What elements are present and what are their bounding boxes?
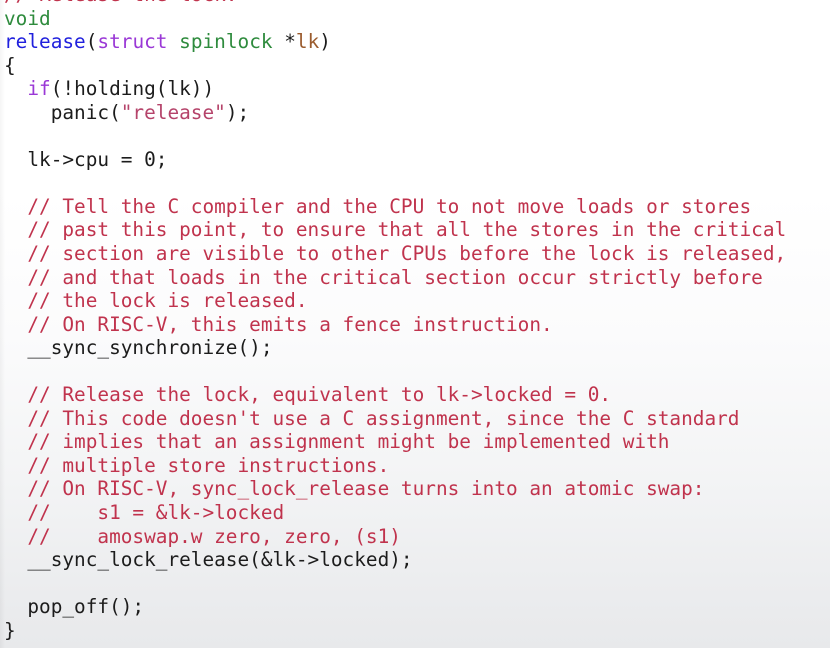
code-token: if — [27, 77, 51, 101]
code-line: // section are visible to other CPUs bef… — [4, 242, 786, 266]
code-line: // On RISC-V, this emits a fence instruc… — [4, 313, 786, 337]
code-token: // Tell the C compiler and the CPU to no… — [4, 194, 752, 218]
code-token: ( — [85, 30, 98, 54]
code-token: __sync_synchronize(); — [4, 336, 273, 360]
code-token: } — [4, 618, 16, 642]
code-token: void — [4, 6, 51, 30]
code-line: void — [4, 7, 786, 31]
code-line: } — [4, 619, 786, 643]
code-line: __sync_lock_release(&lk->locked); — [4, 548, 786, 572]
code-token: pop_off(); — [4, 595, 145, 619]
code-token: "release" — [120, 100, 226, 124]
code-slide: // Release the lock.voidrelease(struct s… — [0, 0, 830, 648]
code-line — [4, 171, 786, 195]
code-line: lk->cpu = 0; — [4, 148, 786, 172]
code-line: { — [4, 54, 786, 78]
code-token: // This code doesn't use a C assignment,… — [4, 406, 740, 430]
code-token: release — [4, 30, 86, 54]
code-token: panic( — [4, 100, 121, 124]
code-token: // section are visible to other CPUs bef… — [4, 242, 787, 266]
code-line: // and that loads in the critical sectio… — [4, 266, 786, 290]
code-line: if(!holding(lk)) — [4, 77, 786, 101]
code-token: (!holding(lk)) — [50, 77, 215, 101]
code-line: __sync_synchronize(); — [4, 336, 786, 360]
code-line — [4, 360, 786, 384]
code-token: lk->cpu = 0; — [4, 147, 168, 171]
code-token: // Release the lock, equivalent to lk->l… — [4, 383, 612, 407]
code-line: // multiple store instructions. — [4, 454, 786, 478]
code-token: spinlock — [179, 30, 273, 54]
code-token: struct — [97, 30, 168, 54]
code-line: // implies that an assignment might be i… — [4, 430, 786, 454]
code-line: pop_off(); — [4, 595, 786, 619]
code-token: ) — [319, 30, 331, 54]
code-token: // On RISC-V, this emits a fence instruc… — [4, 312, 553, 336]
code-line: release(struct spinlock *lk) — [4, 30, 786, 54]
code-line: // This code doesn't use a C assignment,… — [4, 407, 786, 431]
code-line: // amoswap.w zero, zero, (s1) — [4, 525, 786, 549]
code-token: ); — [225, 100, 250, 124]
code-token: // Release the lock. — [4, 0, 237, 6]
code-line: // Release the lock, equivalent to lk->l… — [4, 383, 786, 407]
code-token: // amoswap.w zero, zero, (s1) — [4, 524, 401, 548]
code-token: // implies that an assignment might be i… — [4, 430, 670, 454]
code-line: // the lock is released. — [4, 289, 786, 313]
code-token: // s1 = &lk->locked — [4, 501, 285, 525]
code-line — [4, 124, 786, 148]
code-line: // On RISC-V, sync_lock_release turns in… — [4, 477, 786, 501]
code-token: __sync_lock_release(&lk->locked); — [4, 548, 413, 572]
code-line: // Tell the C compiler and the CPU to no… — [4, 195, 786, 219]
code-line: // s1 = &lk->locked — [4, 501, 786, 525]
code-token: lk — [295, 30, 320, 54]
code-token: // On RISC-V, sync_lock_release turns in… — [4, 477, 705, 501]
code-listing[interactable]: // Release the lock.voidrelease(struct s… — [4, 0, 786, 642]
code-token: { — [4, 53, 16, 77]
code-line — [4, 572, 786, 596]
code-line: // past this point, to ensure that all t… — [4, 218, 786, 242]
code-line: panic("release"); — [4, 101, 786, 125]
code-token: // and that loads in the critical sectio… — [4, 265, 763, 289]
code-token: * — [272, 30, 296, 54]
code-token: // multiple store instructions. — [4, 453, 390, 477]
code-token: // past this point, to ensure that all t… — [4, 218, 787, 242]
code-token: // the lock is released. — [4, 289, 308, 313]
